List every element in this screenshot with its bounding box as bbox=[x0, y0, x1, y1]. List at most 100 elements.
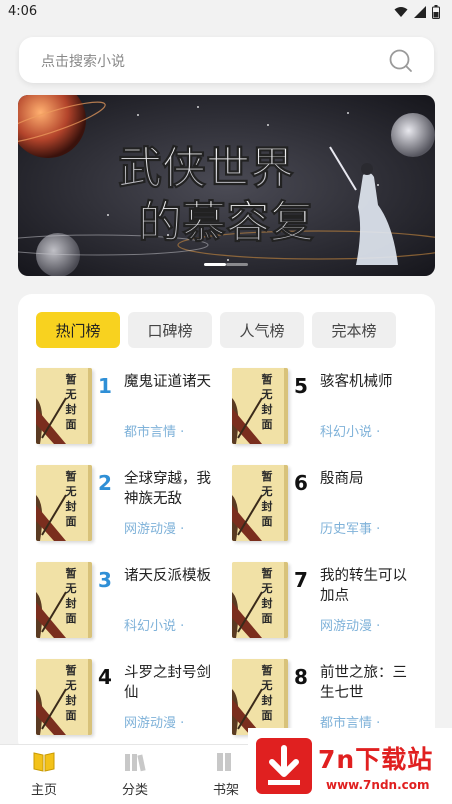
book-cover[interactable]: 暂无封面 bbox=[232, 562, 288, 638]
book-genre: 科幻小说 · bbox=[124, 619, 185, 634]
book-cover[interactable]: 暂无封面 bbox=[232, 659, 288, 735]
cover-placeholder-text: 暂无封面 bbox=[260, 469, 274, 529]
cover-char: 封 bbox=[261, 500, 273, 513]
signal-icon bbox=[414, 6, 426, 18]
ranking-tabs: 热门榜 口碑榜 人气榜 完本榜 bbox=[36, 312, 396, 348]
cover-char: 面 bbox=[261, 612, 273, 625]
cover-char: 无 bbox=[65, 485, 77, 498]
status-time: 4:06 bbox=[8, 4, 38, 19]
cover-char: 暂 bbox=[65, 470, 77, 483]
cover-char: 暂 bbox=[261, 373, 273, 386]
carousel-dot bbox=[226, 263, 248, 266]
nav-home[interactable]: 主页 bbox=[14, 751, 74, 798]
nav-bookshelf-label: 书架 bbox=[212, 783, 239, 798]
tab-completed[interactable]: 完本榜 bbox=[312, 312, 396, 348]
book-rank: 2 bbox=[98, 471, 112, 495]
cover-char: 面 bbox=[65, 612, 77, 625]
nav-category[interactable]: 分类 bbox=[105, 751, 165, 798]
book-cover[interactable]: 暂无封面 bbox=[36, 465, 92, 541]
book-cover[interactable]: 暂无封面 bbox=[36, 368, 92, 444]
nav-category-label: 分类 bbox=[121, 783, 148, 798]
book-title[interactable]: 诸天反派模板 bbox=[124, 566, 224, 586]
download-arrow-icon bbox=[256, 738, 312, 794]
nav-home-label: 主页 bbox=[30, 783, 57, 798]
book-rank: 8 bbox=[294, 665, 308, 689]
book-rank: 4 bbox=[98, 665, 112, 689]
cover-char: 暂 bbox=[261, 664, 273, 677]
cover-char: 暂 bbox=[65, 373, 77, 386]
cover-placeholder-text: 暂无封面 bbox=[260, 566, 274, 626]
cover-char: 无 bbox=[261, 388, 273, 401]
book-genre: 网游动漫 · bbox=[320, 619, 381, 634]
cover-char: 封 bbox=[65, 694, 77, 707]
book-item[interactable]: 暂无封面 4 斗罗之封号剑仙网游动漫 · bbox=[36, 659, 221, 739]
book-title[interactable]: 魔鬼证道诸天 bbox=[124, 372, 224, 392]
cover-char: 无 bbox=[65, 388, 77, 401]
book-title[interactable]: 斗罗之封号剑仙 bbox=[124, 663, 224, 703]
banner-carousel[interactable]: 武侠世界 的慕容复 bbox=[18, 95, 435, 276]
cover-char: 暂 bbox=[65, 664, 77, 677]
cover-char: 暂 bbox=[261, 567, 273, 580]
cover-placeholder-text: 暂无封面 bbox=[260, 663, 274, 723]
book-cover[interactable]: 暂无封面 bbox=[36, 562, 92, 638]
cover-char: 面 bbox=[65, 515, 77, 528]
book-item[interactable]: 暂无封面 7 我的转生可以加点网游动漫 · bbox=[232, 562, 417, 642]
book-genre: 网游动漫 · bbox=[124, 522, 185, 537]
book-item[interactable]: 暂无封面 3 诸天反派模板科幻小说 · bbox=[36, 562, 221, 642]
book-genre: 都市言情 · bbox=[124, 425, 185, 440]
cover-char: 无 bbox=[261, 582, 273, 595]
book-cover[interactable]: 暂无封面 bbox=[36, 659, 92, 735]
carousel-dot-active bbox=[204, 263, 226, 266]
cover-char: 无 bbox=[65, 582, 77, 595]
book-genre: 网游动漫 · bbox=[124, 716, 185, 731]
book-item[interactable]: 暂无封面 8 前世之旅：三生七世 都市言情 · bbox=[232, 659, 417, 739]
cover-placeholder-text: 暂无封面 bbox=[64, 566, 78, 626]
cover-char: 封 bbox=[65, 597, 77, 610]
watermark-logo: 7n下载站 www.7ndn.com bbox=[248, 728, 452, 804]
battery-icon bbox=[432, 5, 440, 19]
book-cover[interactable]: 暂无封面 bbox=[232, 368, 288, 444]
search-icon[interactable] bbox=[388, 48, 414, 74]
book-title[interactable]: 殷商局 bbox=[320, 469, 420, 489]
nav-bookshelf[interactable]: 书架 bbox=[196, 751, 256, 798]
book-cover[interactable]: 暂无封面 bbox=[232, 465, 288, 541]
book-item[interactable]: 暂无封面 2 全球穿越，我神族无敌网游动漫 · bbox=[36, 465, 221, 545]
cover-placeholder-text: 暂无封面 bbox=[260, 372, 274, 432]
carousel-indicator bbox=[204, 263, 248, 266]
banner-title-line1: 武侠世界 bbox=[118, 143, 294, 194]
cover-char: 无 bbox=[65, 679, 77, 692]
book-rank: 7 bbox=[294, 568, 308, 592]
book-genre: 历史军事 · bbox=[320, 522, 381, 537]
book-rank: 1 bbox=[98, 374, 112, 398]
cover-char: 封 bbox=[65, 500, 77, 513]
watermark-url: www.7ndn.com bbox=[326, 778, 430, 792]
book-item[interactable]: 暂无封面 6 殷商局历史军事 · bbox=[232, 465, 417, 545]
status-icons bbox=[394, 5, 440, 19]
book-item[interactable]: 暂无封面 5 骇客机械师 科幻小说 · bbox=[232, 368, 417, 448]
tab-popularity[interactable]: 人气榜 bbox=[220, 312, 304, 348]
cover-char: 封 bbox=[261, 403, 273, 416]
book-rank: 6 bbox=[294, 471, 308, 495]
tab-reputation[interactable]: 口碑榜 bbox=[128, 312, 212, 348]
book-title[interactable]: 前世之旅：三生七世 bbox=[320, 663, 420, 703]
cover-placeholder-text: 暂无封面 bbox=[64, 663, 78, 723]
cover-char: 封 bbox=[261, 694, 273, 707]
book-title[interactable]: 骇客机械师 bbox=[320, 372, 420, 392]
ranking-card: 热门榜 口碑榜 人气榜 完本榜 暂无封面 1 魔鬼证道诸天 都市言情 · 暂无封面 2 全球… bbox=[18, 294, 435, 754]
cover-char: 面 bbox=[261, 418, 273, 431]
cover-char: 面 bbox=[261, 709, 273, 722]
cover-placeholder-text: 暂无封面 bbox=[64, 372, 78, 432]
cover-char: 面 bbox=[261, 515, 273, 528]
search-bar[interactable]: 点击搜索小说 bbox=[19, 37, 434, 83]
cover-char: 封 bbox=[65, 403, 77, 416]
banner-image: 武侠世界 的慕容复 bbox=[18, 95, 435, 276]
book-title[interactable]: 我的转生可以加点 bbox=[320, 566, 420, 606]
tab-hot[interactable]: 热门榜 bbox=[36, 312, 120, 348]
cover-char: 无 bbox=[261, 485, 273, 498]
cover-char: 面 bbox=[65, 709, 77, 722]
book-open-icon bbox=[33, 752, 55, 772]
book-item[interactable]: 暂无封面 1 魔鬼证道诸天都市言情 · bbox=[36, 368, 221, 448]
book-rank: 3 bbox=[98, 568, 112, 592]
cover-placeholder-text: 暂无封面 bbox=[64, 469, 78, 529]
book-title[interactable]: 全球穿越，我神族无敌 bbox=[124, 469, 224, 509]
